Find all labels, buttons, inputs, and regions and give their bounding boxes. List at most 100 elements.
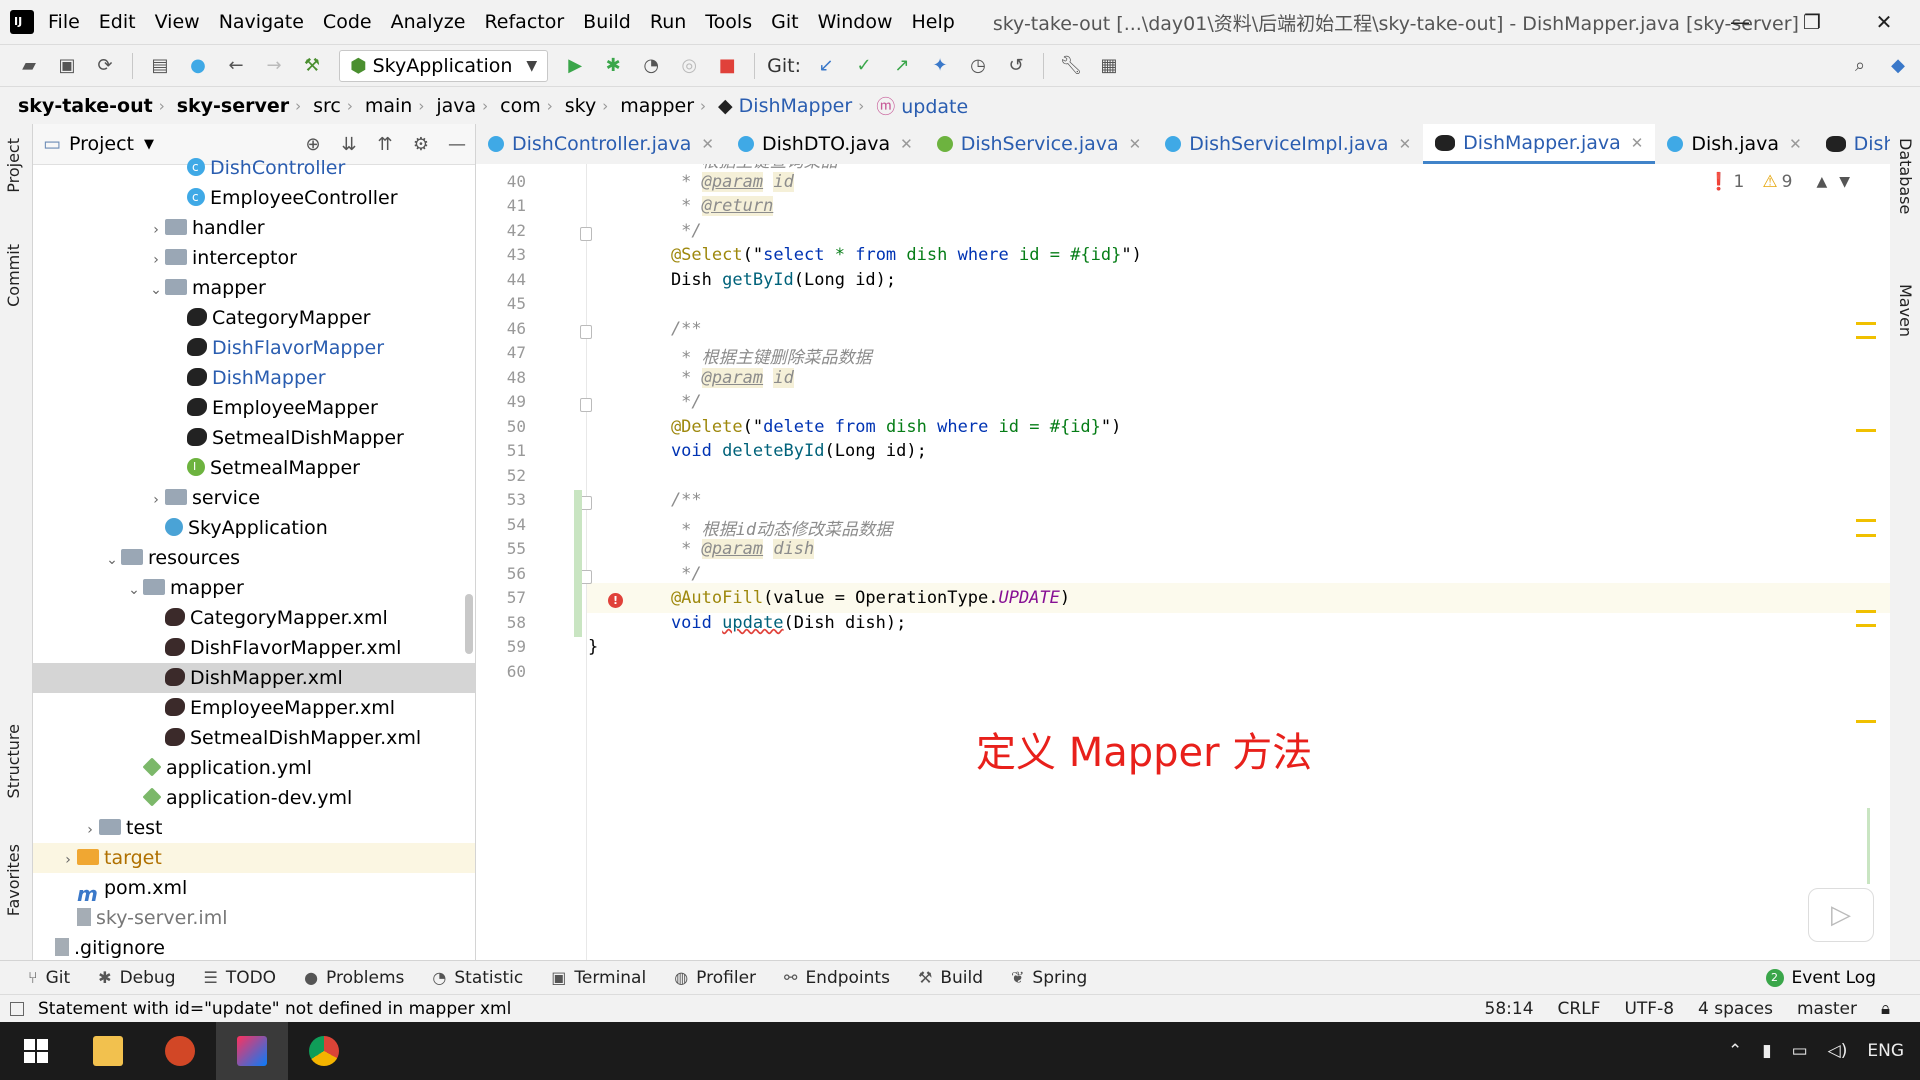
caret-position[interactable]: 58:14 <box>1485 999 1534 1019</box>
tree-item[interactable]: EmployeeController <box>33 182 475 213</box>
tree-item[interactable]: ⌄ mapper <box>33 573 475 603</box>
tool-problems[interactable]: ● Problems <box>304 968 404 988</box>
settings-gear-icon[interactable]: ⚙ <box>403 134 439 155</box>
git-push-icon[interactable]: ↗ <box>890 54 914 78</box>
prev-problem-icon[interactable]: ▲ <box>1816 174 1827 190</box>
vcs-change-marker[interactable] <box>574 490 582 637</box>
menu-build[interactable]: Build <box>583 11 631 33</box>
editor-tab[interactable]: DishFla <box>1814 124 1890 164</box>
line-separator[interactable]: CRLF <box>1558 999 1601 1019</box>
tree-item[interactable]: › target <box>33 843 475 873</box>
chevron-down-icon[interactable]: ⌄ <box>103 545 121 575</box>
taskbar-chrome[interactable] <box>288 1022 360 1080</box>
chevron-right-icon[interactable]: › <box>59 845 77 875</box>
debug-bug-icon[interactable]: ✱ <box>601 54 625 78</box>
expand-all-icon[interactable]: ⇊ <box>331 134 367 155</box>
run-icon[interactable]: ▶ <box>563 54 587 78</box>
tree-item[interactable]: m pom.xml <box>33 873 475 906</box>
collapse-all-icon[interactable]: ⇈ <box>367 134 403 155</box>
menu-help[interactable]: Help <box>911 11 954 33</box>
close-tab-icon[interactable]: ✕ <box>701 135 714 153</box>
close-tab-icon[interactable]: ✕ <box>900 135 913 153</box>
tree-item[interactable]: ⌄ resources <box>33 543 475 573</box>
chevron-right-icon[interactable]: › <box>147 485 165 515</box>
menu-view[interactable]: View <box>155 11 200 33</box>
next-problem-icon[interactable]: ▼ <box>1839 174 1850 190</box>
project-view-select[interactable]: Project <box>69 133 134 155</box>
close-tab-icon[interactable]: ✕ <box>1129 135 1142 153</box>
tree-item[interactable]: CategoryMapper <box>33 303 475 333</box>
warning-stripe[interactable] <box>1856 610 1876 613</box>
warning-stripe[interactable] <box>1856 429 1876 432</box>
history-clock-icon[interactable]: ◷ <box>966 54 990 78</box>
tool-debug[interactable]: ✱ Debug <box>98 968 175 988</box>
menu-file[interactable]: File <box>48 11 80 33</box>
open-folder-icon[interactable]: ▰ <box>17 54 41 78</box>
tree-item[interactable]: SkyApplication <box>33 513 475 543</box>
tree-item[interactable]: EmployeeMapper <box>33 393 475 423</box>
lock-icon[interactable]: 🔒︎ <box>1881 999 1890 1019</box>
menu-analyze[interactable]: Analyze <box>391 11 466 33</box>
project-structure-icon[interactable]: ▤ <box>148 54 172 78</box>
taskbar-intellij[interactable] <box>216 1022 288 1080</box>
favorites-tool-tab[interactable]: Favorites <box>4 844 23 916</box>
editor-tab[interactable]: Dish.java ✕ <box>1655 124 1813 164</box>
forward-arrow-icon[interactable]: → <box>262 54 286 78</box>
menu-refactor[interactable]: Refactor <box>484 11 564 33</box>
play-icon[interactable]: ▷ <box>1808 888 1874 942</box>
tree-item[interactable]: SetmealMapper <box>33 452 475 483</box>
close-tab-icon[interactable]: ✕ <box>1789 135 1802 153</box>
crumb-mapper[interactable]: mapper <box>620 95 694 117</box>
crumb-sky[interactable]: sky <box>565 95 596 117</box>
locate-target-icon[interactable]: ⊕ <box>295 134 331 155</box>
menu-edit[interactable]: Edit <box>99 11 136 33</box>
fold-marker-icon[interactable] <box>580 226 592 241</box>
crumb-dishmapper[interactable]: ◆ DishMapper <box>718 95 852 117</box>
tree-item[interactable]: application.yml <box>33 753 475 783</box>
start-button[interactable] <box>0 1022 72 1080</box>
tool-terminal[interactable]: ▣ Terminal <box>551 968 646 988</box>
git-branch[interactable]: master <box>1797 999 1857 1019</box>
settings-wrench-icon[interactable]: 🔧︎ <box>1059 54 1083 78</box>
project-tool-tab[interactable]: Project <box>4 138 23 193</box>
warning-stripe[interactable] <box>1856 624 1876 627</box>
crumb-project[interactable]: sky-take-out <box>18 95 153 117</box>
app-icon[interactable]: ● <box>186 54 210 78</box>
tree-item[interactable]: EmployeeMapper.xml <box>33 693 475 723</box>
tool-todo[interactable]: ☰ TODO <box>203 968 276 988</box>
chevron-down-icon[interactable]: ⌄ <box>147 275 165 305</box>
inspection-widget[interactable]: ❗ 1 ⚠ 9 ▲ ▼ <box>1708 172 1850 192</box>
tree-item[interactable]: DishFlavorMapper <box>33 333 475 363</box>
search-icon[interactable]: ⌕ <box>1848 54 1872 78</box>
structure-icon[interactable]: ▦ <box>1097 54 1121 78</box>
editor-tab[interactable]: DishService.java ✕ <box>925 124 1154 164</box>
tree-item[interactable]: DishMapper <box>33 363 475 393</box>
chevron-down-icon[interactable]: ⌄ <box>125 575 143 605</box>
file-encoding[interactable]: UTF-8 <box>1624 999 1674 1019</box>
minimize-button[interactable]: — <box>1704 0 1776 44</box>
chevron-right-icon[interactable]: › <box>147 245 165 275</box>
tree-item[interactable]: DishFlavorMapper.xml <box>33 633 475 663</box>
menu-tools[interactable]: Tools <box>705 11 752 33</box>
menu-code[interactable]: Code <box>323 11 372 33</box>
menu-navigate[interactable]: Navigate <box>219 11 304 33</box>
status-toggle-icon[interactable] <box>10 1001 24 1016</box>
close-tab-icon[interactable]: ✕ <box>1631 134 1644 152</box>
chevron-down-icon[interactable]: ▼ <box>144 137 154 152</box>
menu-run[interactable]: Run <box>650 11 686 33</box>
git-commit-check-icon[interactable]: ✓ <box>852 54 876 78</box>
menu-git[interactable]: Git <box>771 11 798 33</box>
crumb-java[interactable]: java <box>436 95 476 117</box>
coverage-icon[interactable]: ◔ <box>639 54 663 78</box>
tool-profiler[interactable]: ◍ Profiler <box>674 968 756 988</box>
tool-endpoints[interactable]: ⚯ Endpoints <box>784 968 890 988</box>
tree-item[interactable]: DishMapper.xml <box>33 663 475 693</box>
run-configuration-select[interactable]: ⬢ SkyApplication ▼ <box>339 49 549 82</box>
tree-item[interactable]: › test <box>33 813 475 843</box>
warning-stripe[interactable] <box>1856 534 1876 537</box>
editor-tab[interactable]: DishController.java ✕ <box>476 124 726 164</box>
tray-expand-icon[interactable]: ⌃ <box>1728 1041 1742 1061</box>
commit-tool-tab[interactable]: Commit <box>4 244 23 307</box>
back-arrow-icon[interactable]: ← <box>224 54 248 78</box>
plugin-icon[interactable]: ◆ <box>1886 54 1910 78</box>
